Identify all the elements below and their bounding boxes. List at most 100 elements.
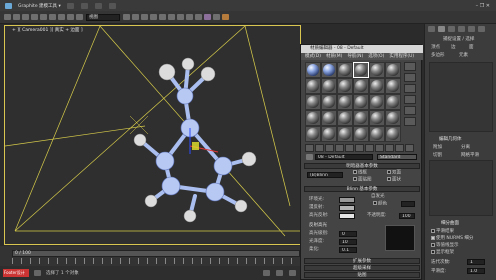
material-slot[interactable] xyxy=(321,78,337,94)
menu-options[interactable]: 选项(O) xyxy=(368,53,384,60)
reference-coord-dropdown[interactable]: 视图 xyxy=(86,13,120,21)
edit-geometry-title[interactable]: 编辑几何体 xyxy=(439,136,462,142)
shader-type-dropdown[interactable]: (B)Blinn xyxy=(307,172,343,178)
subdivision-title[interactable]: 细分曲面 xyxy=(441,220,459,226)
two-sided-checkbox[interactable] xyxy=(387,170,391,174)
time-slider[interactable]: 0 / 100 xyxy=(12,250,300,257)
opacity-field[interactable]: 100 xyxy=(399,213,415,219)
material-slot[interactable] xyxy=(321,62,337,78)
key-mode-icon[interactable] xyxy=(276,270,283,276)
show-map-icon[interactable] xyxy=(375,144,384,152)
isoline-checkbox[interactable] xyxy=(431,242,435,247)
filter-icon[interactable] xyxy=(40,14,47,20)
backlight-icon[interactable] xyxy=(404,73,416,82)
material-slot[interactable] xyxy=(305,110,321,126)
render-setup-icon[interactable] xyxy=(213,14,220,20)
material-slot[interactable] xyxy=(385,110,401,126)
material-slot[interactable] xyxy=(321,94,337,110)
item-polygon[interactable]: 多边形 xyxy=(431,52,445,58)
diffuse-swatch[interactable] xyxy=(339,205,355,211)
gloss-field[interactable]: 10 xyxy=(339,239,357,245)
sample-type-icon[interactable] xyxy=(404,62,416,71)
app-title[interactable]: Graphite 建模工具 ▾ xyxy=(18,3,61,9)
display-tab-icon[interactable] xyxy=(468,26,475,32)
material-slot[interactable] xyxy=(353,110,369,126)
select-icon[interactable] xyxy=(4,14,11,20)
spec-level-field[interactable]: 0 xyxy=(339,231,357,237)
material-slot[interactable] xyxy=(337,78,353,94)
camera-target-icon[interactable] xyxy=(129,115,149,135)
go-parent-icon[interactable] xyxy=(395,144,404,152)
material-slot[interactable] xyxy=(369,110,385,126)
material-slot[interactable] xyxy=(369,126,385,142)
schematic-icon[interactable] xyxy=(195,14,202,20)
detach-button[interactable]: 分离 xyxy=(461,144,470,150)
snap-icon[interactable] xyxy=(132,14,139,20)
blinn-rollout[interactable]: Blinn 基本参数 xyxy=(304,186,420,192)
create-tab-icon[interactable] xyxy=(428,26,435,32)
ambient-swatch[interactable] xyxy=(339,197,355,203)
material-slot[interactable] xyxy=(385,62,401,78)
material-slot[interactable] xyxy=(353,78,369,94)
assign-material-icon[interactable] xyxy=(325,144,334,152)
shader-rollout[interactable]: 明暗器基本参数 xyxy=(304,163,420,169)
smoothness-field[interactable]: 1.0 xyxy=(467,268,485,274)
curve-editor-icon[interactable] xyxy=(186,14,193,20)
put-to-scene-icon[interactable] xyxy=(315,144,324,152)
reset-map-icon[interactable] xyxy=(335,144,344,152)
use-nurms-checkbox[interactable] xyxy=(431,235,435,240)
material-slot[interactable] xyxy=(369,78,385,94)
go-sibling-icon[interactable] xyxy=(405,144,414,152)
undo-icon[interactable] xyxy=(94,2,102,9)
background-icon[interactable] xyxy=(404,84,416,93)
material-type-button[interactable]: Standard xyxy=(377,154,417,160)
material-slot[interactable] xyxy=(321,110,337,126)
smooth-result-checkbox[interactable] xyxy=(431,228,435,233)
menu-material[interactable]: 材质(M) xyxy=(326,53,342,60)
material-slot[interactable] xyxy=(305,94,321,110)
item-element[interactable]: 元素 xyxy=(459,52,468,58)
unlink-icon[interactable] xyxy=(22,14,29,20)
show-end-result-icon[interactable] xyxy=(385,144,394,152)
options-icon[interactable] xyxy=(404,117,416,126)
viewport-label[interactable]: + ][ Camera001 ][ 真实 + 边面 ] xyxy=(12,27,83,33)
material-slot[interactable] xyxy=(337,110,353,126)
render-icon[interactable] xyxy=(222,14,229,20)
percent-snap-icon[interactable] xyxy=(150,14,157,20)
faceted-checkbox[interactable] xyxy=(387,177,391,181)
maps-rollout[interactable]: 贴图 xyxy=(304,272,420,278)
material-editor-icon[interactable] xyxy=(204,14,211,20)
material-slot[interactable] xyxy=(337,126,353,142)
material-slot[interactable] xyxy=(321,126,337,142)
material-slot[interactable] xyxy=(385,94,401,110)
open-icon[interactable] xyxy=(66,2,74,9)
meshsmooth-button[interactable]: 网格平滑 xyxy=(461,152,479,158)
material-slot[interactable] xyxy=(353,94,369,110)
timeline-ruler[interactable] xyxy=(12,258,300,264)
utilities-tab-icon[interactable] xyxy=(478,26,485,32)
link-icon[interactable] xyxy=(13,14,20,20)
pivot-icon[interactable] xyxy=(123,14,130,20)
material-slot[interactable] xyxy=(305,62,321,78)
material-name-field[interactable]: 08 - Default xyxy=(315,154,373,160)
put-to-library-icon[interactable] xyxy=(355,144,364,152)
material-slot[interactable] xyxy=(353,126,369,142)
lock-icon[interactable] xyxy=(34,270,41,276)
select-object-icon[interactable] xyxy=(49,14,56,20)
material-slot[interactable] xyxy=(337,62,353,78)
zoom-icon[interactable] xyxy=(289,270,296,276)
material-slot[interactable] xyxy=(369,62,385,78)
item-face[interactable]: 面 xyxy=(469,44,474,50)
uv-tiling-icon[interactable] xyxy=(404,95,416,104)
material-slot[interactable] xyxy=(385,126,401,142)
item-vertex[interactable]: 顶点 xyxy=(431,44,440,50)
material-slot[interactable] xyxy=(337,94,353,110)
mirror-icon[interactable] xyxy=(159,14,166,20)
layer-icon[interactable] xyxy=(177,14,184,20)
face-map-checkbox[interactable] xyxy=(353,177,357,181)
soften-field[interactable]: 0.1 xyxy=(339,247,357,253)
extended-params-rollout[interactable]: 扩展参数 xyxy=(304,258,420,264)
play-icon[interactable] xyxy=(263,270,270,276)
motion-tab-icon[interactable] xyxy=(458,26,465,32)
show-cage-checkbox[interactable] xyxy=(431,249,435,254)
